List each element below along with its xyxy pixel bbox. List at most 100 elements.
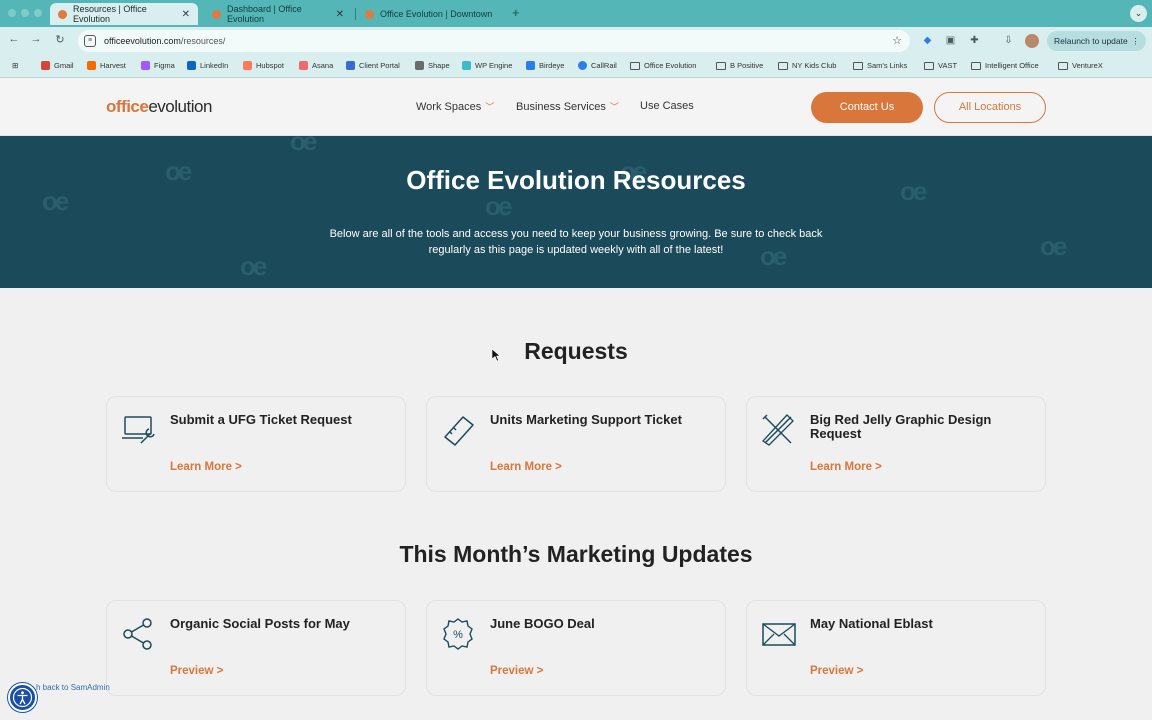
profile-avatar[interactable] <box>1025 34 1039 48</box>
window-zoom-control[interactable] <box>34 9 42 17</box>
bookmark-callrail[interactable]: CallRail <box>578 61 617 70</box>
folder-icon <box>1058 61 1068 70</box>
bookmark-hubspot[interactable]: Hubspot <box>243 61 284 70</box>
folder-icon <box>630 61 640 70</box>
gmail-icon <box>41 61 50 70</box>
wpengine-icon <box>462 61 471 70</box>
card-title: Big Red Jelly Graphic Design Request <box>810 412 992 441</box>
browser-tab-downtown[interactable]: Office Evolution | Downtown <box>357 3 507 25</box>
tab-close-icon[interactable]: ✕ <box>336 9 344 20</box>
nav-business-services[interactable]: Business Services ﹀ <box>516 100 619 113</box>
nav-work-spaces[interactable]: Work Spaces ﹀ <box>416 100 494 113</box>
new-tab-button[interactable]: + <box>512 5 520 20</box>
contact-us-button[interactable]: Contact Us <box>811 92 923 123</box>
shape-icon <box>415 61 424 70</box>
tab-label: Dashboard | Office Evolution <box>227 4 302 24</box>
card-title: May National Eblast <box>810 616 933 631</box>
tab-label: Office Evolution | Downtown <box>380 9 493 19</box>
requests-heading: Requests <box>524 338 628 364</box>
nav-use-cases[interactable]: Use Cases <box>640 100 694 112</box>
bookmark-linkedin[interactable]: LinkedIn <box>187 61 228 70</box>
harvest-icon <box>87 61 96 70</box>
bookmark-asana[interactable]: Asana <box>299 61 333 70</box>
hero-banner: oe oe oe oe oe oe oe oe oe Office Evolut… <box>0 136 1152 288</box>
ticket-icon <box>444 416 474 446</box>
browser-tab-resources[interactable]: Resources | Office Evolution ✕ <box>50 3 198 25</box>
card-title: Submit a UFG Ticket Request <box>170 412 352 427</box>
extension-tag-icon[interactable]: ◆ <box>921 34 934 47</box>
accessibility-button[interactable] <box>8 683 37 712</box>
share-icon <box>123 618 152 650</box>
window-close-control[interactable] <box>8 9 16 17</box>
preview-link[interactable]: Preview > <box>810 665 863 677</box>
preview-link[interactable]: Preview > <box>490 665 543 677</box>
learn-more-link[interactable]: Learn More > <box>170 461 242 473</box>
preview-link[interactable]: Preview > <box>170 665 223 677</box>
card-title: Units Marketing Support Ticket <box>490 412 682 427</box>
page-title: Office Evolution Resources <box>406 165 746 195</box>
switch-back-to-samadmin-link[interactable]: h back to SamAdmin <box>36 683 110 692</box>
bookmark-birdeye[interactable]: Birdeye <box>526 61 564 70</box>
address-bar[interactable]: ≡ officeevolution.com /resources/ ☆ <box>78 30 910 52</box>
folder-icon <box>971 61 981 70</box>
callrail-icon <box>578 61 587 70</box>
bookmark-gmail[interactable]: Gmail <box>41 61 74 70</box>
browser-tab-dashboard[interactable]: Dashboard | Office Evolution ✕ <box>204 3 352 25</box>
office-evolution-favicon-icon <box>58 9 67 19</box>
asana-icon <box>299 61 308 70</box>
more-menu-icon[interactable]: ⋮ <box>1131 31 1140 51</box>
site-info-icon[interactable]: ≡ <box>84 35 96 47</box>
bookmark-shape[interactable]: Shape <box>415 61 450 70</box>
birdeye-icon <box>526 61 535 70</box>
back-arrow-icon[interactable]: ← <box>6 33 22 45</box>
office-evolution-logo[interactable]: officeevolution <box>106 97 212 117</box>
marketing-support-ticket-card[interactable]: Units Marketing Support Ticket Learn Mor… <box>426 396 726 492</box>
bookmark-folder-sams-links[interactable]: Sam's Links <box>853 61 907 70</box>
chevron-down-icon: ﹀ <box>485 102 495 112</box>
url-path: /resources/ <box>180 36 226 46</box>
envelope-icon <box>762 623 796 646</box>
site-header: officeevolution Work Spaces ﹀ Business Se… <box>0 78 1152 136</box>
bookmark-client-portal[interactable]: Client Portal <box>346 61 400 70</box>
bookmark-folder-intelligent-office[interactable]: Intelligent Office <box>971 61 1039 70</box>
organic-social-card[interactable]: Organic Social Posts for May Preview > <box>106 600 406 696</box>
bookmark-folder-vast[interactable]: VAST <box>924 61 957 70</box>
tab-search-chevron-icon[interactable]: ⌄ <box>1130 5 1147 22</box>
bogo-deal-card[interactable]: % June BOGO Deal Preview > <box>426 600 726 696</box>
figma-icon <box>141 61 150 70</box>
graphic-design-request-card[interactable]: Big Red Jelly Graphic Design Request Lea… <box>746 396 1046 492</box>
all-locations-button[interactable]: All Locations <box>934 92 1046 123</box>
national-eblast-card[interactable]: May National Eblast Preview > <box>746 600 1046 696</box>
bookmark-harvest[interactable]: Harvest <box>87 61 126 70</box>
tab-separator <box>355 8 356 20</box>
ufg-ticket-card[interactable]: Submit a UFG Ticket Request Learn More > <box>106 396 406 492</box>
bookmarks-bar: ⊞ Gmail Harvest Figma LinkedIn Hubspot A… <box>0 55 1152 78</box>
bookmark-folder-office-evolution[interactable]: Office Evolution <box>630 61 696 70</box>
relaunch-label: Relaunch to update <box>1054 36 1128 46</box>
relaunch-to-update-button[interactable]: Relaunch to update ⋮ <box>1047 31 1146 51</box>
bookmark-folder-b-positive[interactable]: B Positive <box>716 61 763 70</box>
learn-more-link[interactable]: Learn More > <box>810 461 882 473</box>
accessibility-icon <box>12 687 33 708</box>
client-portal-icon <box>346 61 355 70</box>
bookmark-folder-venturex[interactable]: VentureX <box>1058 61 1103 70</box>
learn-more-link[interactable]: Learn More > <box>490 461 562 473</box>
tab-close-icon[interactable]: ✕ <box>182 9 190 20</box>
extension-camera-icon[interactable]: ▣ <box>944 34 957 47</box>
reload-icon[interactable]: ↻ <box>52 33 68 46</box>
apps-grid-icon[interactable]: ⊞ <box>12 61 18 70</box>
bookmark-wp-engine[interactable]: WP Engine <box>462 61 512 70</box>
percent-badge-icon: % <box>443 618 473 650</box>
chevron-down-icon: ﹀ <box>609 102 619 112</box>
bookmark-star-icon[interactable]: ☆ <box>892 34 902 47</box>
downloads-icon[interactable]: ⇩ <box>1002 34 1015 47</box>
extensions-puzzle-icon[interactable]: ✚ <box>968 34 981 47</box>
bookmark-figma[interactable]: Figma <box>141 61 175 70</box>
oe-watermark-icon: oe <box>290 136 317 156</box>
url-domain: officeevolution.com <box>104 36 181 46</box>
bookmark-folder-ny-kids-club[interactable]: NY Kids Club <box>778 61 836 70</box>
card-title: June BOGO Deal <box>490 616 595 631</box>
oe-watermark-icon: oe <box>1040 231 1067 261</box>
window-minimize-control[interactable] <box>21 9 29 17</box>
forward-arrow-icon[interactable]: → <box>28 33 44 45</box>
